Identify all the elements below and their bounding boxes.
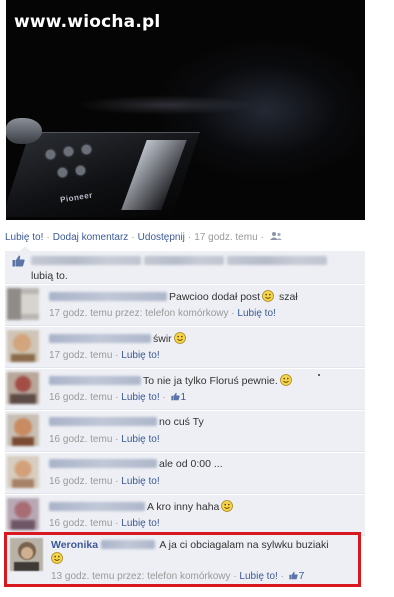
avatar[interactable]: [7, 498, 39, 530]
comment-author-surname-blurred[interactable]: [101, 540, 155, 549]
comment-like-count[interactable]: 1: [169, 392, 187, 403]
watermark: www.wiocha.pl: [14, 12, 161, 32]
likes-summary: lubią to.: [5, 251, 365, 284]
comment-meta: 16 godz. temu · Lubię to! · 1: [49, 392, 187, 403]
comment: świr 17 godz. temu · Lubię to!: [5, 327, 365, 368]
comment-author-blurred[interactable]: [49, 334, 151, 343]
deck-knob: [46, 150, 55, 159]
comment-time: 17 godz. temu: [49, 350, 113, 361]
comment-text: A ja ci obciagalam na sylwku buziaki: [159, 539, 329, 551]
audience-icon[interactable]: [269, 231, 282, 241]
thumbs-up-icon: [289, 571, 298, 580]
comment-body: świr: [49, 332, 188, 345]
comment: Pawcioo dodał post szał 17 godz. temu pr…: [5, 285, 365, 326]
likes-suffix: lubią to.: [31, 270, 68, 282]
post-time: 17 godz. temu: [194, 232, 258, 243]
like-count-value: 1: [180, 392, 187, 403]
avatar[interactable]: [7, 288, 39, 320]
comment-like-link[interactable]: Lubię to!: [237, 308, 275, 319]
liker-names-blurred[interactable]: [226, 256, 327, 265]
comment-time: 13 godz. temu przez: telefon komórkowy: [51, 571, 231, 582]
smiley-icon: [51, 552, 63, 564]
avatar[interactable]: [7, 372, 39, 404]
avatar[interactable]: [7, 414, 39, 446]
comment-author-blurred[interactable]: [49, 417, 157, 426]
comment-text: To nie ja tylko Floruś pewnie.: [143, 375, 278, 387]
avatar[interactable]: [7, 456, 39, 488]
comment-time: 16 godz. temu: [49, 476, 113, 487]
like-count-value: 7: [298, 571, 305, 582]
thumbs-up-icon: [12, 255, 25, 267]
comment-text: Pawcioo dodał post: [169, 291, 261, 303]
comment: A kro inny haha 16 godz. temu · Lubię to…: [5, 495, 365, 536]
deck-knob: [64, 147, 73, 156]
comment-time: 16 godz. temu: [49, 518, 113, 529]
comment-meta: 17 godz. temu · Lubię to!: [49, 350, 160, 361]
highlighted-comment: Weronika A ja ci obciagalam na sylwku bu…: [4, 532, 361, 587]
liker-names-blurred[interactable]: [31, 256, 141, 265]
share-link[interactable]: Udostępnij: [138, 232, 185, 243]
stage-light: [76, 95, 256, 115]
post-actions: Lubię to! · Dodaj komentarz · Udostępnij · 17 …: [5, 231, 282, 243]
comment: no cuś Ty 16 godz. temu · Lubię to!: [5, 411, 365, 452]
comment-body: Weronika A ja ci obciagalam na sylwku bu…: [51, 538, 357, 566]
comment-time: 17 godz. temu przez: telefon komórkowy: [49, 308, 229, 319]
comment-body: A kro inny haha: [49, 500, 235, 513]
comment-author[interactable]: Weronika: [51, 539, 98, 551]
comment-body: Pawcioo dodał post szał: [49, 290, 298, 303]
comment-text: no cuś Ty: [159, 416, 204, 428]
comment-author-blurred[interactable]: [49, 502, 145, 511]
comment-like-count[interactable]: 7: [287, 571, 305, 582]
comment-author-blurred[interactable]: [49, 376, 141, 385]
comment-like-link[interactable]: Lubię to!: [239, 571, 277, 582]
comment-text: ale od 0:00 ...: [159, 458, 223, 470]
dj-hand: [6, 118, 42, 144]
deck-knob: [82, 145, 91, 154]
stray-dot: [318, 374, 320, 376]
smiley-icon: [221, 500, 234, 512]
comment-text: świr: [153, 333, 172, 345]
deck-knob: [76, 166, 85, 175]
comment-author-blurred[interactable]: [49, 292, 167, 301]
comment-like-link[interactable]: Lubię to!: [121, 476, 159, 487]
comment-like-link[interactable]: Lubię to!: [121, 392, 159, 403]
comment-time: 16 godz. temu: [49, 434, 113, 445]
comment-author-blurred[interactable]: [49, 459, 157, 468]
comment-like-link[interactable]: Lubię to!: [121, 434, 159, 445]
comment-body: no cuś Ty: [49, 416, 204, 428]
comment-time: 16 godz. temu: [49, 392, 113, 403]
like-link[interactable]: Lubię to!: [5, 232, 43, 243]
smiley-icon: [279, 374, 292, 386]
comment-like-link[interactable]: Lubię to!: [121, 518, 159, 529]
comment: To nie ja tylko Floruś pewnie. 16 godz. …: [5, 369, 365, 410]
smiley-icon: [262, 290, 274, 302]
comment-like-link[interactable]: Lubię to!: [121, 350, 159, 361]
add-comment-link[interactable]: Dodaj komentarz: [53, 232, 129, 243]
comment-meta: 13 godz. temu przez: telefon komórkowy ·…: [51, 571, 305, 582]
smiley-icon: [173, 332, 186, 344]
deck-knob: [58, 168, 67, 177]
comment-meta: 16 godz. temu · Lubię to!: [49, 518, 160, 529]
thumbs-up-icon: [170, 392, 180, 401]
avatar[interactable]: [10, 538, 43, 571]
comment-meta: 17 godz. temu przez: telefon komórkowy ·…: [49, 308, 276, 319]
comment: ale od 0:00 ... 16 godz. temu · Lubię to…: [5, 453, 365, 494]
comment-text: A kro inny haha: [147, 501, 220, 513]
comment-meta: 16 godz. temu · Lubię to!: [49, 476, 160, 487]
comment-body: To nie ja tylko Floruś pewnie.: [49, 374, 294, 387]
avatar[interactable]: [7, 330, 39, 362]
post-photo[interactable]: Pioneer www.wiocha.pl: [6, 0, 365, 220]
comment-text-after: szał: [276, 291, 298, 303]
comment-meta: 16 godz. temu · Lubię to!: [49, 434, 160, 445]
comment-body: ale od 0:00 ...: [49, 458, 223, 470]
liker-names-blurred[interactable]: [143, 256, 224, 265]
